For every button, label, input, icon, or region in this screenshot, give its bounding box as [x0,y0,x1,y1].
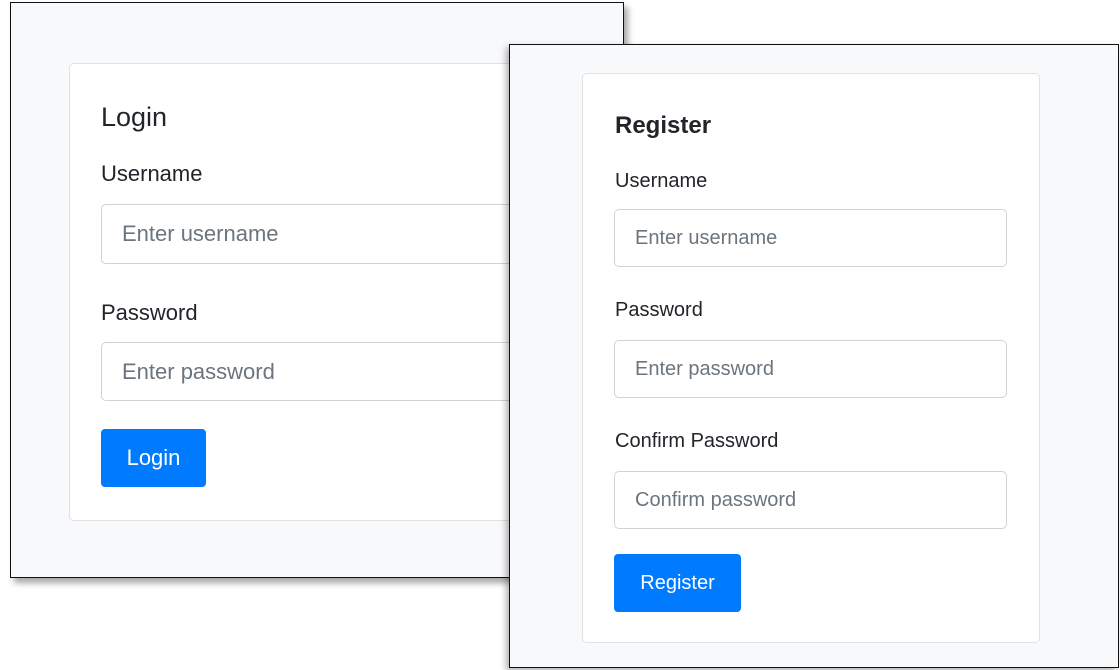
register-password-label: Password [615,299,703,321]
login-title: Login [101,102,168,132]
login-button[interactable]: Login [101,429,206,487]
register-card: Register Username Password Confirm Passw… [582,73,1040,643]
login-username-label: Username [101,161,203,186]
register-username-input[interactable] [614,209,1007,267]
register-title: Register [615,112,712,139]
register-button[interactable]: Register [614,554,741,612]
register-confirm-password-input[interactable] [614,471,1007,529]
register-confirm-password-label: Confirm Password [615,430,779,452]
login-password-label: Password [101,300,198,325]
register-window: Register Username Password Confirm Passw… [509,44,1119,668]
register-username-label: Username [615,170,708,192]
register-password-input[interactable] [614,340,1007,398]
